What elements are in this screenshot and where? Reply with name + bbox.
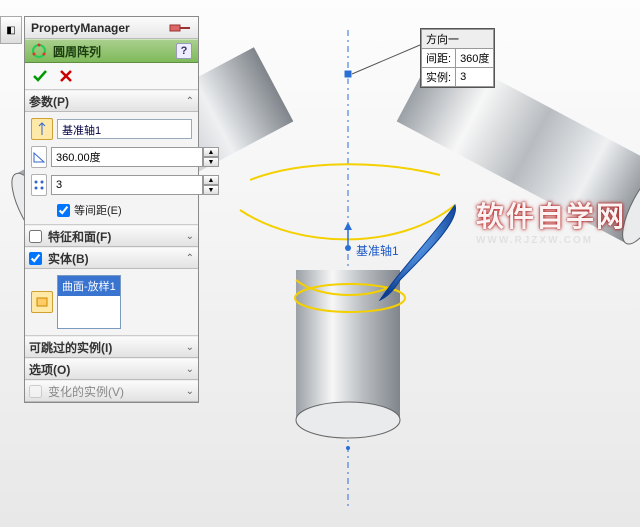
cancel-button[interactable] <box>57 67 75 85</box>
features-faces-checkbox[interactable] <box>29 230 42 243</box>
angle-input[interactable] <box>51 147 203 167</box>
equal-spacing-label: 等间距(E) <box>74 202 122 218</box>
axis-selection-field[interactable]: 基准轴1 <box>57 119 192 139</box>
property-manager-panel: PropertyManager 圆周阵列 ? 参数(P) ⌃ 基准轴1 ▲▼ <box>24 16 199 403</box>
section-bodies-label: 实体(B) <box>48 250 89 267</box>
chevron-down-icon: ⌄ <box>186 231 194 242</box>
section-options-label: 选项(O) <box>29 361 70 378</box>
bodies-selection-list[interactable]: 曲面-放样1 <box>57 275 121 329</box>
chevron-down-icon: ⌄ <box>186 342 194 353</box>
callout-instances-value[interactable]: 3 <box>456 68 494 87</box>
body-selector-icon[interactable] <box>31 291 53 313</box>
section-parameters-body: 基准轴1 ▲▼ ▲▼ 等间距(E) <box>25 112 198 225</box>
section-varied-header: 变化的实例(V) ⌄ <box>25 380 198 402</box>
varied-checkbox <box>29 385 42 398</box>
callout-spacing-value[interactable]: 360度 <box>456 49 494 68</box>
section-bodies-header[interactable]: 实体(B) ⌃ <box>25 247 198 269</box>
angle-icon <box>31 146 47 168</box>
chevron-down-icon: ⌄ <box>186 364 194 375</box>
watermark-text: 软件自学网 <box>476 195 626 235</box>
axis-selector-icon[interactable] <box>31 118 53 140</box>
instances-input[interactable] <box>51 175 203 195</box>
watermark: 软件自学网 WWW.RJZXW.COM <box>476 195 626 246</box>
watermark-url: WWW.RJZXW.COM <box>476 235 626 246</box>
section-varied-label: 变化的实例(V) <box>48 383 124 400</box>
section-parameters-header[interactable]: 参数(P) ⌃ <box>25 90 198 112</box>
confirm-row <box>25 63 198 90</box>
chevron-up-icon: ⌃ <box>186 253 194 264</box>
section-options-header[interactable]: 选项(O) ⌄ <box>25 358 198 380</box>
property-manager-title: PropertyManager <box>31 21 130 35</box>
instances-spin-up[interactable]: ▲ <box>203 175 219 185</box>
axis-label: 基准轴1 <box>356 242 399 259</box>
help-icon[interactable]: ? <box>176 43 192 59</box>
angle-spin-up[interactable]: ▲ <box>203 147 219 157</box>
feature-header: 圆周阵列 ? <box>25 39 198 63</box>
ok-button[interactable] <box>31 67 49 85</box>
equal-spacing-row[interactable]: 等间距(E) <box>31 202 192 218</box>
section-parameters-label: 参数(P) <box>29 93 69 110</box>
circular-pattern-icon <box>31 43 47 59</box>
chevron-up-icon: ⌃ <box>186 96 194 107</box>
property-manager-titlebar[interactable]: PropertyManager <box>25 17 198 39</box>
bodies-selected-item[interactable]: 曲面-放样1 <box>58 276 120 296</box>
axis-triad <box>344 222 352 251</box>
callout-direction-header: 方向一 <box>422 30 494 49</box>
chevron-down-icon: ⌄ <box>186 386 194 397</box>
angle-spin-down[interactable]: ▼ <box>203 157 219 167</box>
section-features-faces-label: 特征和面(F) <box>48 228 111 245</box>
manager-tab-strip[interactable]: ◧ <box>0 16 22 44</box>
callout-spacing-label: 间距: <box>422 49 456 68</box>
section-bodies-body: 曲面-放样1 <box>25 269 198 336</box>
section-skip-instances-label: 可跳过的实例(I) <box>29 339 112 356</box>
section-skip-instances-header[interactable]: 可跳过的实例(I) ⌄ <box>25 336 198 358</box>
bodies-checkbox[interactable] <box>29 252 42 265</box>
tab-feature-manager[interactable]: ◧ <box>0 16 22 44</box>
equal-spacing-checkbox[interactable] <box>57 204 70 217</box>
axis-drag-handle[interactable] <box>344 70 352 78</box>
section-features-faces-header[interactable]: 特征和面(F) ⌄ <box>25 225 198 247</box>
feature-title: 圆周阵列 <box>53 43 101 60</box>
callout-instances-label: 实例: <box>422 68 456 87</box>
instances-spin-down[interactable]: ▼ <box>203 185 219 195</box>
instances-icon <box>31 174 47 196</box>
pattern-callout[interactable]: 方向一 间距: 360度 实例: 3 <box>420 28 495 88</box>
pin-icon[interactable] <box>168 21 192 35</box>
